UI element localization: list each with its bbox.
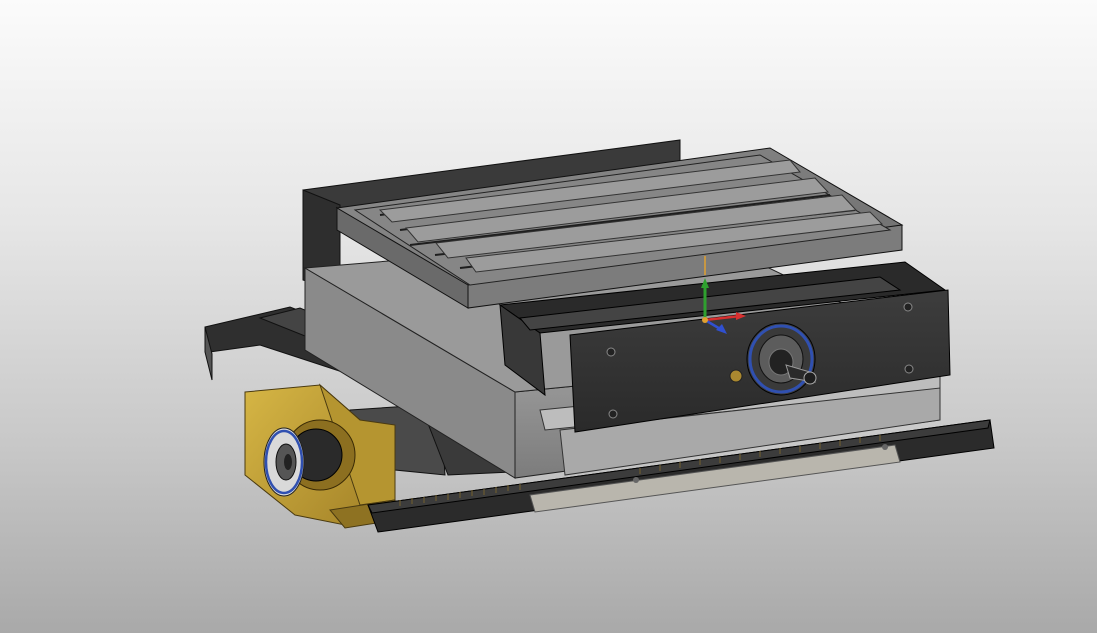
cad-3d-viewport[interactable] — [0, 0, 1097, 633]
cnc-cross-slide-table-model[interactable] — [0, 0, 1097, 633]
front-handwheel[interactable] — [746, 322, 817, 396]
